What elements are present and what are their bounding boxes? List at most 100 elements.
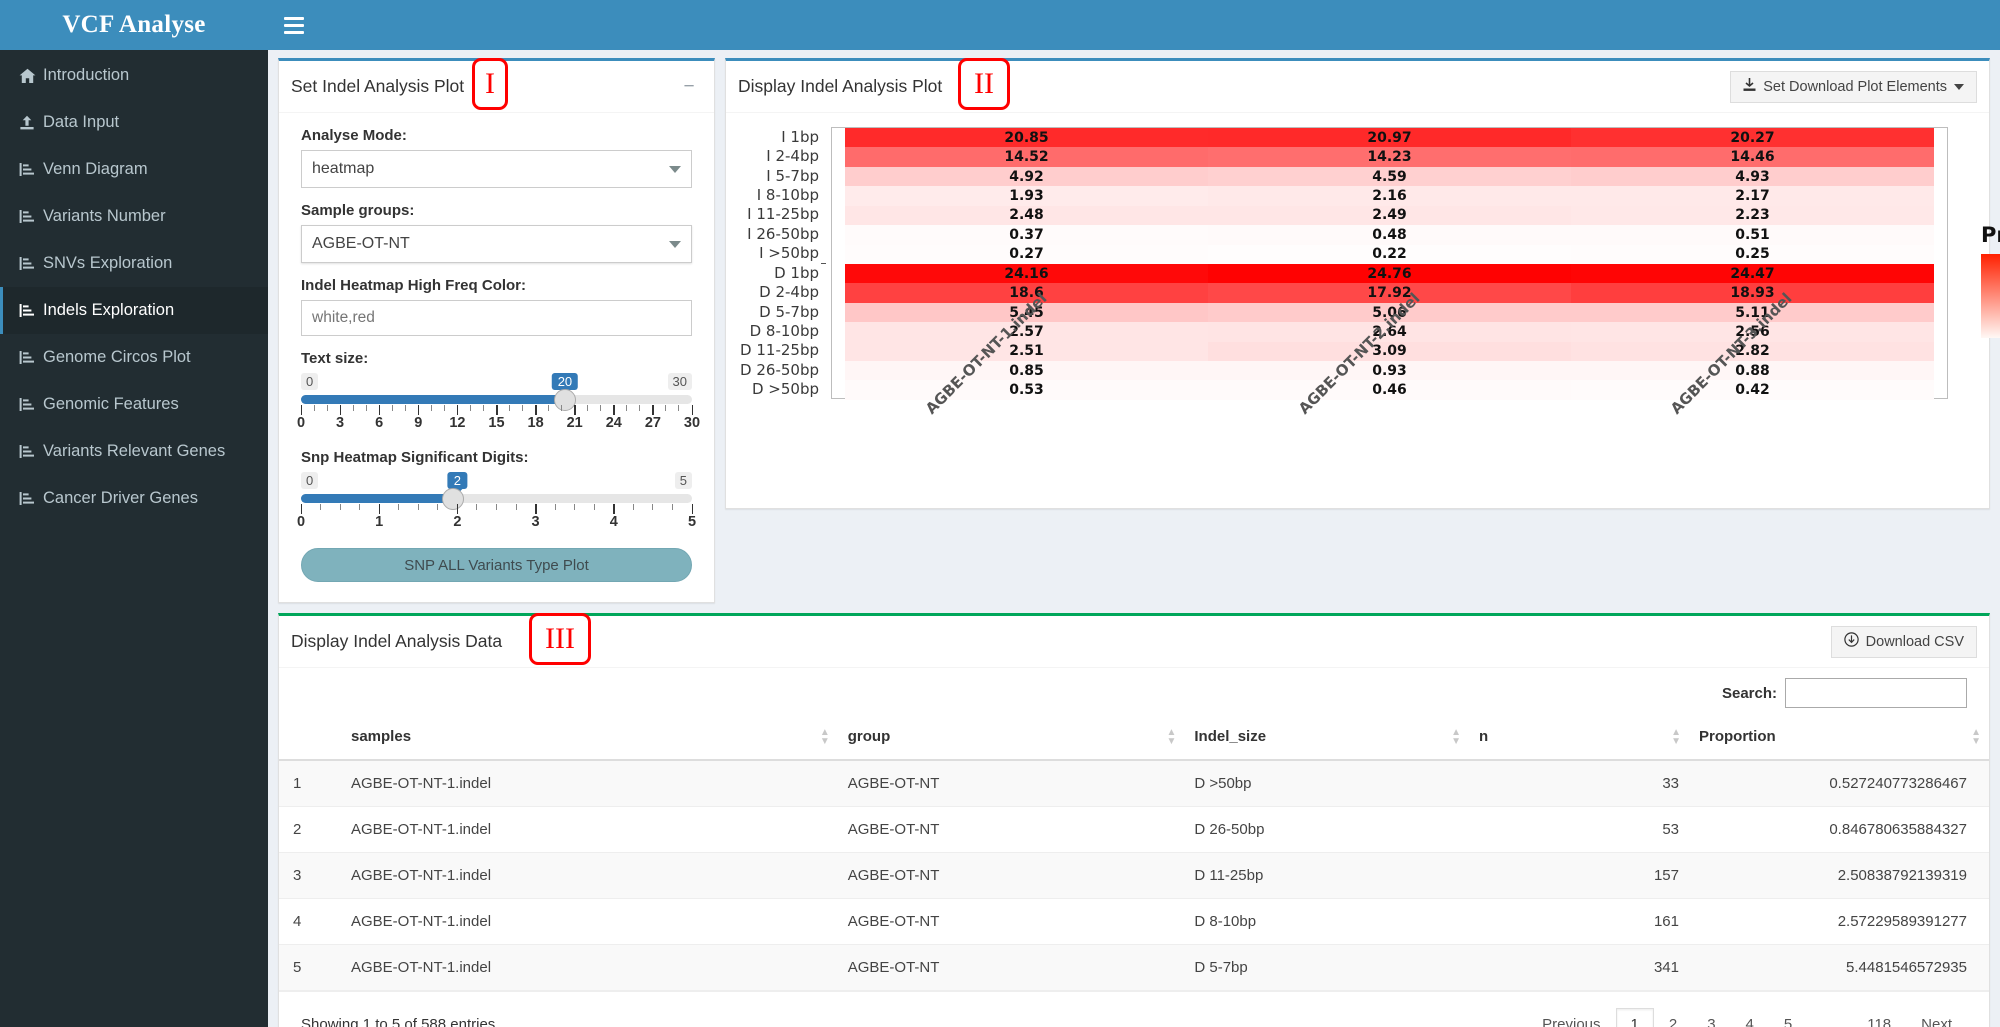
table-row[interactable]: 2 AGBE-OT-NT-1.indel AGBE-OT-NT D 26-50bp 53… (279, 806, 1989, 853)
analyse-mode-select[interactable]: heatmap (301, 150, 692, 188)
table-row[interactable]: 3 AGBE-OT-NT-1.indel AGBE-OT-NT D 11-25bp 15… (279, 852, 1989, 899)
slider-tick (613, 504, 615, 514)
callout-one: I (472, 58, 508, 110)
heatmap-cell: 2.16 (1208, 186, 1571, 206)
app-root: VCF Analyse Introduction Data Input Venn D… (0, 0, 2000, 1027)
heatmap-cell: 0.51 (1571, 225, 1934, 245)
pagination-page-4[interactable]: 4 (1731, 1008, 1769, 1027)
home-icon (17, 68, 37, 84)
sidebar-item-venn-diagram[interactable]: Venn Diagram (0, 146, 268, 193)
pagination-page-118[interactable]: 118 (1852, 1008, 1906, 1027)
sidebar-item-label: Cancer Driver Genes (43, 489, 198, 507)
heatmap-column-labels: AGBE-OT-NT-1.indel AGBE-OT-NT-2.indel AGBE… (831, 289, 1948, 505)
heatmap-row-label: D 2-4bp (726, 262, 826, 301)
text-size-track[interactable] (301, 388, 692, 411)
digits-slider[interactable]: 0 5 2 0 1 2 3 4 5 (297, 472, 696, 534)
cell-index: 2 (279, 806, 341, 853)
cell-samples: AGBE-OT-NT-1.indel (341, 806, 838, 853)
digits-value-bubble: 2 (447, 472, 468, 489)
analyse-mode-value: heatmap (312, 160, 375, 177)
pagination-previous[interactable]: Previous (1527, 1008, 1615, 1027)
cell-n: 161 (1469, 898, 1689, 945)
pagination-page-2[interactable]: 2 (1654, 1008, 1692, 1027)
pagination-next[interactable]: Next (1906, 1008, 1967, 1027)
heatmap-row-label: D 8-10bp (726, 262, 826, 340)
digits-label: Snp Heatmap Significant Digits: (301, 449, 529, 466)
heatmap-cell: 18.93 (1571, 283, 1934, 303)
sidebar-item-introduction[interactable]: Introduction (0, 52, 268, 99)
slider-tick (600, 405, 602, 411)
sidebar-item-genome-circos-plot[interactable]: Genome Circos Plot (0, 334, 268, 381)
search-input[interactable] (1785, 678, 1967, 708)
high-freq-color-input[interactable] (301, 300, 692, 336)
sidebar-item-indels-exploration[interactable]: Indels Exploration (0, 287, 268, 334)
cell-index: 3 (279, 852, 341, 899)
text-size-slider[interactable]: 0 30 20 0 3 6 9 12 15 18 21 24 27 30 (297, 373, 700, 435)
sidebar-item-data-input[interactable]: Data Input (0, 99, 268, 146)
pagination-page-3[interactable]: 3 (1692, 1008, 1730, 1027)
slider-tick (593, 504, 595, 510)
slider-tick (691, 504, 693, 514)
legend-body: 2015105 (1981, 254, 2000, 338)
pagination-page-5[interactable]: 5 (1769, 1008, 1807, 1027)
set-download-plot-elements-button[interactable]: Set Download Plot Elements (1730, 70, 1977, 103)
sidebar-item-cancer-driver-genes[interactable]: Cancer Driver Genes (0, 475, 268, 522)
sidebar-item-variants-number[interactable]: Variants Number (0, 193, 268, 240)
chart-icon (17, 491, 37, 506)
heatmap-cells: 20.85 20.97 20.27 14.52 14.23 14.46 4.92 4.59 4.… (845, 128, 1934, 400)
sidebar-item-variants-relevant-genes[interactable]: Variants Relevant Genes (0, 428, 268, 475)
slider-tick (574, 405, 576, 415)
slider-tick-label: 18 (527, 415, 544, 431)
slider-tick (378, 504, 381, 514)
heatmap-cell: 20.97 (1208, 128, 1571, 148)
sort-icon: ▲ ▼ (1166, 726, 1177, 747)
panel-data-title: Display Indel Analysis Data (291, 631, 503, 651)
slider-tick (548, 405, 550, 411)
col-samples[interactable]: samples ▲ ▼ (341, 714, 838, 761)
col-indel-size[interactable]: Indel_size ▲ ▼ (1184, 714, 1469, 761)
hamburger-menu-icon[interactable] (268, 0, 316, 50)
analyse-mode-label: Analyse Mode: (301, 127, 407, 144)
table-row[interactable]: 4 AGBE-OT-NT-1.indel AGBE-OT-NT D 8-10bp 161… (279, 898, 1989, 945)
slider-tick (378, 405, 381, 415)
text-size-tick-labels: 0 3 6 9 12 15 18 21 24 27 30 (297, 415, 700, 435)
pagination: Previous 1 2 3 4 5 … 118 Next (1527, 1008, 1967, 1027)
heatmap-row: 0.53 0.46 0.42 (845, 380, 1934, 400)
download-csv-label: Download CSV (1865, 633, 1964, 650)
heatmap-cell: 14.46 (1571, 147, 1934, 167)
sidebar-item-genomic-features[interactable]: Genomic Features (0, 381, 268, 428)
digits-ticks (300, 504, 693, 514)
legend-color-bar (1981, 254, 2000, 338)
sort-icon: ▲ ▼ (1971, 726, 1981, 747)
table-row[interactable]: 1 AGBE-OT-NT-1.indel AGBE-OT-NT D >50bp 33 0.… (279, 760, 1989, 807)
digits-track[interactable] (301, 487, 692, 510)
sidebar-item-snvs-exploration[interactable]: SNVs Exploration (0, 240, 268, 287)
panel-set-indel-analysis-plot: Set Indel Analysis Plot − I Analyse Mode… (278, 58, 715, 603)
col-group[interactable]: group ▲ ▼ (837, 714, 1185, 761)
heatmap-cell: 2.49 (1208, 205, 1571, 226)
slider-tick (437, 504, 439, 510)
cell-proportion: 5.4481546572935 (1689, 944, 1989, 991)
slider-tick (691, 405, 693, 415)
slider-tick (365, 405, 367, 411)
heatmap-row: 1.93 2.16 2.17 (845, 186, 1934, 206)
sample-groups-select[interactable]: AGBE-OT-NT (301, 225, 692, 263)
col-proportion[interactable]: Proportion ▲ ▼ (1689, 714, 1989, 761)
slider-tick (665, 405, 667, 411)
slider-tick (469, 405, 471, 411)
download-csv-button[interactable]: Download CSV (1830, 625, 1977, 658)
slider-tick-label: 0 (296, 415, 306, 431)
sample-groups-value: AGBE-OT-NT (312, 235, 410, 252)
text-size-min-label: 0 (301, 373, 319, 390)
table-row[interactable]: 5 AGBE-OT-NT-1.indel AGBE-OT-NT D 5-7bp 341 5… (279, 944, 1989, 991)
panel-display-indel-analysis-data: Display Indel Analysis Data Download CSV… (278, 613, 1990, 1027)
heatmap-legend: Proportion 2015105 (1981, 223, 2000, 338)
col-n[interactable]: n ▲ ▼ (1469, 714, 1689, 761)
slider-tick (339, 504, 341, 510)
cell-group: AGBE-OT-NT (837, 806, 1185, 853)
pagination-page-1[interactable]: 1 (1615, 1008, 1654, 1027)
download-circle-icon (1843, 632, 1859, 651)
collapse-button[interactable]: − (676, 74, 702, 100)
snp-all-variants-type-plot-button[interactable]: SNP ALL Variants Type Plot (301, 548, 692, 582)
chart-icon (17, 209, 37, 224)
